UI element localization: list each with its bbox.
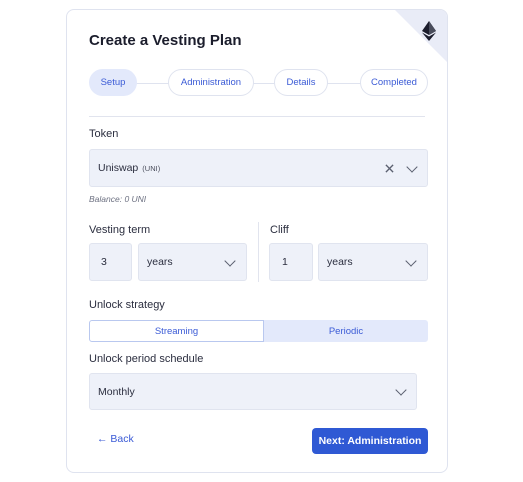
next-administration-button[interactable]: Next: Administration [312,428,428,454]
token-balance: Balance: 0 UNI [89,194,147,204]
token-name: Uniswap [98,162,139,174]
close-icon[interactable] [385,164,394,173]
unlock-strategy-label: Unlock strategy [89,299,165,311]
chevron-down-icon [224,255,236,267]
back-button[interactable]: ← Back [97,433,134,445]
vesting-term-label: Vesting term [89,224,151,236]
chevron-down-icon[interactable] [406,161,418,173]
unlock-schedule-value: Monthly [98,385,135,398]
streaming-option[interactable]: Streaming [89,320,264,342]
column-divider [258,222,259,282]
cliff-value: 1 [282,256,288,268]
step-administration[interactable]: Administration [168,69,254,96]
periodic-option[interactable]: Periodic [264,320,428,342]
token-label: Token [89,128,119,140]
page-title: Create a Vesting Plan [89,32,242,49]
step-setup[interactable]: Setup [89,69,137,96]
vesting-term-value: 3 [101,256,107,268]
token-symbol: (UNI) [142,163,161,173]
cliff-value-input[interactable]: 1 [269,243,313,281]
chevron-down-icon [395,384,407,396]
chevron-down-icon [405,255,417,267]
token-select[interactable]: Uniswap (UNI) [89,149,428,187]
cliff-label: Cliff [270,224,289,236]
divider [89,116,425,117]
vesting-plan-card: Create a Vesting Plan Setup Administrati… [66,9,448,473]
vesting-term-value-input[interactable]: 3 [89,243,132,281]
step-completed[interactable]: Completed [360,69,428,96]
vesting-term-unit: years [147,256,173,268]
unlock-schedule-select[interactable]: Monthly [89,373,417,410]
step-details[interactable]: Details [274,69,328,96]
cliff-unit-select[interactable]: years [318,243,428,281]
cliff-unit: years [327,256,353,268]
vesting-term-unit-select[interactable]: years [138,243,247,281]
network-corner [395,10,447,62]
unlock-schedule-label: Unlock period schedule [89,353,204,365]
ethereum-icon [422,21,436,41]
